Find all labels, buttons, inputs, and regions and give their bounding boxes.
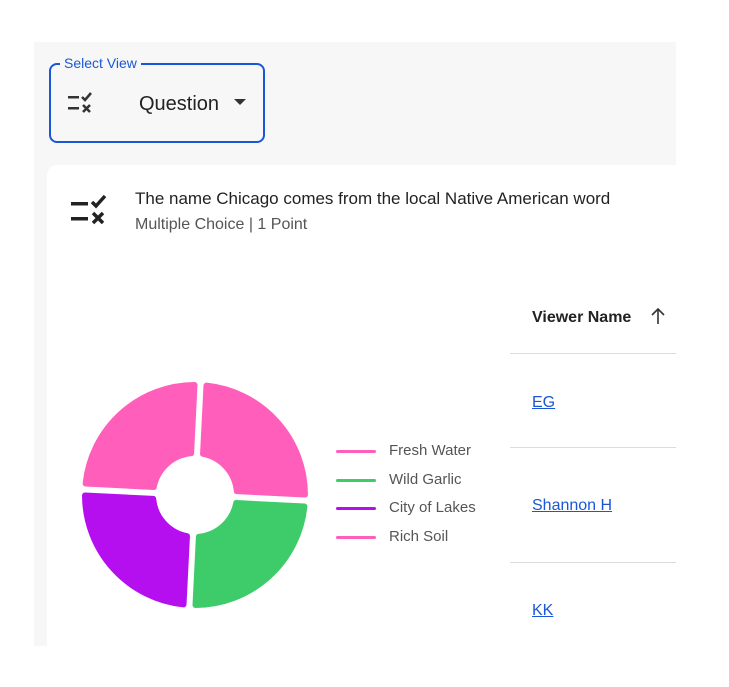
question-title: The name Chicago comes from the local Na… — [135, 189, 611, 208]
row-divider — [510, 562, 676, 563]
donut-slice-fresh-water — [200, 382, 308, 498]
question-list-icon — [71, 194, 107, 225]
viewer-link[interactable]: Shannon H — [532, 495, 612, 517]
legend-label: Rich Soil — [389, 528, 449, 545]
row-divider — [510, 447, 676, 448]
legend-swatch — [336, 507, 376, 510]
legend-label: City of Lakes — [389, 499, 476, 516]
legend-swatch — [336, 479, 376, 482]
select-view-value[interactable]: Question — [139, 92, 219, 116]
arrow-up-icon[interactable] — [650, 306, 666, 326]
legend-label: Wild Garlic — [389, 471, 462, 488]
answer-donut-chart — [82, 382, 308, 608]
legend-swatch — [336, 536, 376, 539]
donut-slice-city-of-lakes — [82, 492, 190, 608]
select-view-label: Select View — [60, 54, 141, 72]
legend-label: Fresh Water — [389, 442, 471, 459]
viewer-name-column-header[interactable]: Viewer Name — [532, 307, 631, 329]
viewer-link[interactable]: EG — [532, 392, 555, 414]
legend-swatch — [336, 450, 376, 453]
row-divider — [510, 353, 676, 354]
donut-slice-wild-garlic — [192, 500, 308, 608]
question-list-icon — [68, 92, 92, 113]
viewer-link[interactable]: KK — [532, 600, 553, 622]
question-subtitle: Multiple Choice | 1 Point — [135, 216, 308, 233]
chevron-down-icon[interactable] — [234, 99, 246, 105]
donut-slice-rich-soil — [82, 382, 198, 490]
